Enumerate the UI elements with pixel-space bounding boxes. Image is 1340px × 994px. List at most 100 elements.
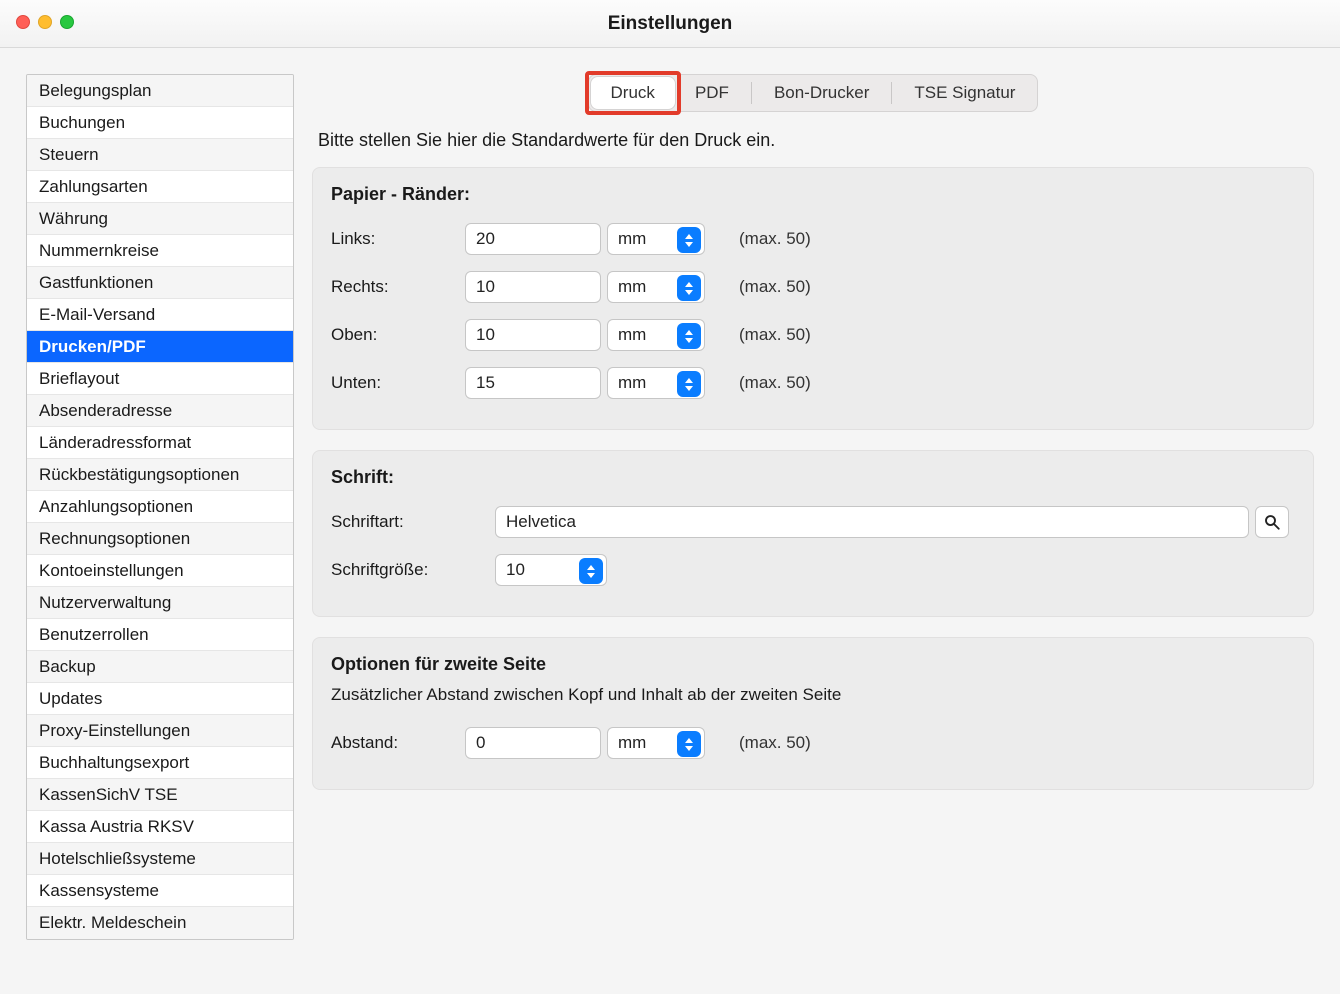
stepper-icon[interactable] [579, 558, 603, 584]
unit-value: mm [618, 373, 646, 393]
sidebar-item-label: Anzahlungsoptionen [39, 497, 193, 517]
sidebar-item-belegungsplan[interactable]: Belegungsplan [27, 75, 293, 107]
titlebar: Einstellungen [0, 0, 1340, 48]
workspace: Belegungsplan BuchungenSteuern Zahlungsart… [0, 48, 1340, 966]
margin-top-unit-select[interactable]: mm [607, 319, 705, 351]
sidebar-item-e-mail-versand[interactable]: E-Mail-Versand [27, 299, 293, 331]
sidebar-item-label: Belegungsplan [39, 81, 151, 101]
stepper-icon[interactable] [677, 323, 701, 349]
page2-title: Optionen für zweite Seite [313, 638, 1313, 685]
margin-bottom-unit-select[interactable]: mm [607, 367, 705, 399]
sidebar-item-buchhaltungsexport[interactable]: Buchhaltungsexport [27, 747, 293, 779]
font-size-select[interactable]: 10 [495, 554, 607, 586]
sidebar-item-label: Rechnungsoptionen [39, 529, 190, 549]
margin-bottom-hint: (max. 50) [723, 373, 1295, 393]
sidebar-item-l-nderadressformat[interactable]: Länderadressformat [27, 427, 293, 459]
tab-label: Bon-Drucker [774, 83, 869, 103]
page2-distance-hint: (max. 50) [723, 733, 1295, 753]
sidebar-item-w-hrung[interactable]: Währung [27, 203, 293, 235]
window-controls [16, 15, 74, 29]
page2-distance-unit-select[interactable]: mm [607, 727, 705, 759]
tab-pdf[interactable]: PDF [675, 77, 749, 109]
tab-label: PDF [695, 83, 729, 103]
minimize-window-icon[interactable] [38, 15, 52, 29]
margin-left-unit-select[interactable]: mm [607, 223, 705, 255]
sidebar-item-label: Updates [39, 689, 102, 709]
sidebar-item-steuern[interactable]: Steuern [27, 139, 293, 171]
margin-left-label: Links: [331, 229, 459, 249]
sidebar-item-nutzerverwaltung[interactable]: Nutzerverwaltung [27, 587, 293, 619]
sidebar-item-drucken-pdf[interactable]: Drucken/PDF [27, 331, 293, 363]
sidebar-item-kassa-austria-rksv[interactable]: Kassa Austria RKSV [27, 811, 293, 843]
font-face-input[interactable] [495, 506, 1249, 538]
margin-right-input[interactable] [465, 271, 601, 303]
settings-sidebar: Belegungsplan BuchungenSteuern Zahlungsart… [26, 74, 294, 940]
tabbar-container: Druck PDF Bon-Drucker TSE Signatur [312, 74, 1314, 112]
tab-druck[interactable]: Druck [591, 77, 675, 109]
paper-margins-title: Papier - Ränder: [313, 168, 1313, 215]
sidebar-item-hotelschlie-systeme[interactable]: Hotelschließsysteme [27, 843, 293, 875]
sidebar-item-kassensysteme[interactable]: Kassensysteme [27, 875, 293, 907]
tab-tse-signatur[interactable]: TSE Signatur [894, 77, 1035, 109]
page2-desc: Zusätzlicher Abstand zwischen Kopf und I… [313, 685, 1313, 719]
margin-left-input[interactable] [465, 223, 601, 255]
margin-right-unit-select[interactable]: mm [607, 271, 705, 303]
sidebar-item-label: Hotelschließsysteme [39, 849, 196, 869]
margin-top-hint: (max. 50) [723, 325, 1295, 345]
margin-row-top: Oben: mm (max. 50) [313, 311, 1313, 359]
stepper-icon[interactable] [677, 227, 701, 253]
sidebar-item-label: Drucken/PDF [39, 337, 146, 357]
sidebar-item-label: Zahlungsarten [39, 177, 148, 197]
font-face-row: Schriftart: [313, 498, 1313, 546]
sidebar-item-elektr-meldeschein[interactable]: Elektr. Meldeschein [27, 907, 293, 939]
unit-value: mm [618, 325, 646, 345]
font-picker-button[interactable] [1255, 506, 1289, 538]
zoom-window-icon[interactable] [60, 15, 74, 29]
tab-label: Druck [611, 83, 655, 103]
margin-row-bottom: Unten: mm (max. 50) [313, 359, 1313, 407]
margin-top-input[interactable] [465, 319, 601, 351]
stepper-icon[interactable] [677, 275, 701, 301]
margin-bottom-input[interactable] [465, 367, 601, 399]
sidebar-item-updates[interactable]: Updates [27, 683, 293, 715]
sidebar-item-nummernkreise[interactable]: Nummernkreise [27, 235, 293, 267]
tab-bon-drucker[interactable]: Bon-Drucker [754, 77, 889, 109]
intro-text: Bitte stellen Sie hier die Standardwerte… [318, 130, 1314, 151]
sidebar-item-label: Proxy-Einstellungen [39, 721, 190, 741]
sidebar-item-kontoeinstellungen[interactable]: Kontoeinstellungen [27, 555, 293, 587]
font-face-label: Schriftart: [331, 512, 489, 532]
sidebar-item-backup[interactable]: Backup [27, 651, 293, 683]
unit-value: mm [618, 229, 646, 249]
sidebar-item-brieflayout[interactable]: Brieflayout [27, 363, 293, 395]
margin-right-label: Rechts: [331, 277, 459, 297]
margin-bottom-label: Unten: [331, 373, 459, 393]
sidebar-item-label: Nutzerverwaltung [39, 593, 171, 613]
sidebar-item-zahlungsarten[interactable]: Zahlungsarten [27, 171, 293, 203]
page2-distance-label: Abstand: [331, 733, 459, 753]
sidebar-item-kassensichv-tse[interactable]: KassenSichV TSE [27, 779, 293, 811]
sidebar-item-proxy-einstellungen[interactable]: Proxy-Einstellungen [27, 715, 293, 747]
stepper-icon[interactable] [677, 371, 701, 397]
sidebar-item-buchungen[interactable]: Buchungen [27, 107, 293, 139]
search-icon [1263, 513, 1281, 531]
close-window-icon[interactable] [16, 15, 30, 29]
sidebar-item-label: E-Mail-Versand [39, 305, 155, 325]
page2-distance-input[interactable] [465, 727, 601, 759]
sidebar-item-label: Rückbestätigungsoptionen [39, 465, 239, 485]
sidebar-item-label: Gastfunktionen [39, 273, 153, 293]
sidebar-item-anzahlungsoptionen[interactable]: Anzahlungsoptionen [27, 491, 293, 523]
sidebar-item-label: Brieflayout [39, 369, 119, 389]
sidebar-item-absenderadresse[interactable]: Absenderadresse [27, 395, 293, 427]
sidebar-item-benutzerrollen[interactable]: Benutzerrollen [27, 619, 293, 651]
sidebar-item-label: Kontoeinstellungen [39, 561, 184, 581]
sidebar-item-r-ckbest-tigungsoptionen[interactable]: Rückbestätigungsoptionen [27, 459, 293, 491]
sidebar-item-label: Kassa Austria RKSV [39, 817, 194, 837]
sidebar-item-label: Elektr. Meldeschein [39, 913, 186, 933]
font-size-value: 10 [506, 560, 525, 580]
stepper-icon[interactable] [677, 731, 701, 757]
sidebar-item-gastfunktionen[interactable]: Gastfunktionen [27, 267, 293, 299]
sidebar-item-rechnungsoptionen[interactable]: Rechnungsoptionen [27, 523, 293, 555]
tab-separator [891, 82, 892, 104]
sidebar-item-label: Länderadressformat [39, 433, 191, 453]
section-paper-margins: Papier - Ränder: Links: mm (max. 50) Rec… [312, 167, 1314, 430]
